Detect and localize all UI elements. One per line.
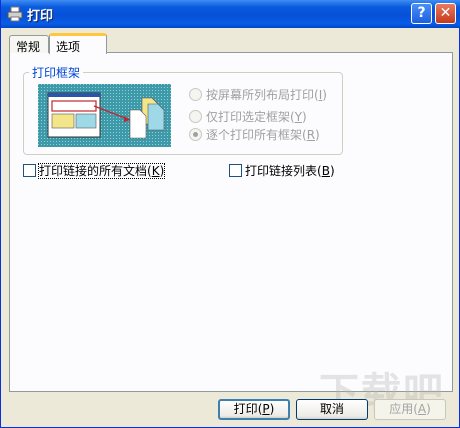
radio-selected-frame-only[interactable]: 仅打印选定框架(Y) [189, 108, 307, 124]
hotkey: B [321, 164, 330, 178]
apply-button[interactable]: 应用(A) [374, 399, 446, 420]
radio-label: 仅打印选定框架 [206, 110, 291, 124]
frames-preview-illustration [38, 84, 171, 147]
window-title: 打印 [27, 9, 54, 24]
radio-button-checked[interactable] [189, 128, 202, 141]
checkbox-label: 打印链接的所有文档(K) [37, 163, 166, 179]
checkbox-print-all-linked-documents[interactable]: 打印链接的所有文档(K) [23, 162, 166, 179]
radio-all-frames-individually[interactable]: 逐个打印所有框架(R) [189, 126, 320, 142]
help-button[interactable]: ? [411, 3, 432, 24]
radio-button[interactable] [189, 110, 202, 123]
radio-layout-as-screen[interactable]: 按屏幕所列布局打印(I) [189, 86, 327, 102]
checkbox[interactable] [23, 164, 36, 177]
checkbox-print-table-of-links[interactable]: 打印链接列表(B) [229, 162, 335, 178]
print-frames-legend: 打印框架 [29, 64, 84, 81]
hotkey: K [151, 164, 160, 178]
print-button[interactable]: 打印(P) [218, 399, 290, 420]
hotkey: Y [294, 110, 303, 124]
radio-button[interactable] [189, 88, 202, 101]
close-button[interactable]: ✕ [435, 3, 456, 24]
title-bar[interactable]: 打印 ? ✕ [1, 0, 460, 28]
radio-label: 逐个打印所有框架 [206, 128, 303, 142]
radio-label: 按屏幕所列布局打印 [206, 88, 315, 102]
checkbox[interactable] [229, 164, 242, 177]
tab-general[interactable]: 常规 [9, 35, 49, 54]
print-dialog: 打印 ? ✕ 常规 选项 打印框架 按屏幕所列布局打印(I) 仅打印选定框架(Y… [0, 0, 460, 428]
checkbox-label: 打印链接列表 [245, 164, 318, 178]
hotkey: R [306, 128, 316, 142]
tab-options[interactable]: 选项 [49, 33, 107, 54]
cancel-button[interactable]: 取消 [296, 399, 368, 420]
hotkey: I [318, 88, 323, 102]
printer-icon [7, 6, 23, 22]
